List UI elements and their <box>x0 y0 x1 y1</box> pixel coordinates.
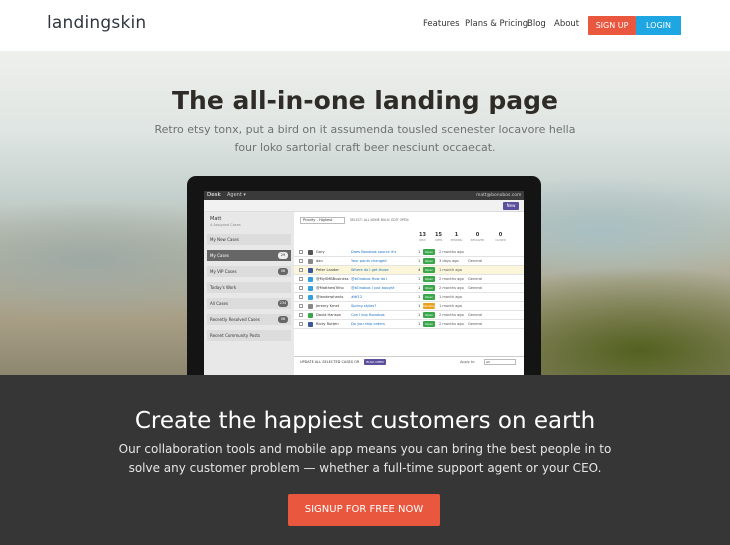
app-topbar: Desk Agent ▾ matt@bonobos.com <box>204 191 524 200</box>
bulk-open-button: BULK OPEN <box>364 359 386 365</box>
stat-label: OPEN <box>434 239 443 242</box>
hero-title: The all-in-one landing page <box>172 86 558 115</box>
stat-label: PENDING <box>450 239 463 242</box>
app-logo: Desk <box>207 192 221 198</box>
sidebar-user-name: Matt <box>210 216 222 222</box>
app-screenshot: Desk Agent ▾ matt@bonobos.com New Matt 4… <box>204 191 524 375</box>
cta-section: Create the happiest customers on earth O… <box>0 375 730 545</box>
stat-label: CLOSED <box>495 239 506 242</box>
sidebar-user-sub: 4 Assigned Cases <box>210 223 241 227</box>
stat-label: NEW <box>419 239 426 242</box>
table-row: David Hanson Can I buy Bonobos 1 Open 2 mo… <box>294 311 524 320</box>
signup-free-button[interactable]: SIGNUP FOR FREE NOW <box>288 494 440 526</box>
facebook-icon <box>308 321 313 327</box>
phone-icon <box>308 312 313 318</box>
twitter-icon <box>308 285 313 291</box>
app-case-list: Priority - Highest SELECT: ALL NONE BULK… <box>294 212 524 375</box>
email-icon <box>308 303 313 309</box>
sidebar-item: My New Cases <box>207 234 291 245</box>
table-row: Peter Lander Where do I get those 4 Open 1… <box>294 266 524 275</box>
nav-link-features[interactable]: Features <box>423 19 460 29</box>
sidebar-item: My VIP Cases 08 <box>207 266 291 277</box>
channel-icon <box>308 249 313 255</box>
filter-select: Priority - Highest <box>300 217 345 224</box>
table-row: Jeremy Kmet Spring styles? 1 Pending 1 mon… <box>294 302 524 311</box>
row-checkbox <box>299 304 303 308</box>
table-row: Gary Does Bonobos source it's 1 Open 2 mon… <box>294 248 524 257</box>
apply-to-label: Apply to <box>460 360 475 364</box>
cta-title: Create the happiest customers on earth <box>134 408 596 434</box>
brand-logo[interactable]: landingskin <box>47 13 146 33</box>
sidebar-item: Today's Work <box>207 282 291 293</box>
stat-label: RESOLVED <box>470 239 485 242</box>
stat-value: 0 <box>475 232 480 238</box>
hero-subtitle: Retro etsy tonx, put a bird on it assume… <box>154 123 576 154</box>
cta-subtitle: Our collaboration tools and mobile app m… <box>118 442 612 475</box>
nav-link-plans-pricing[interactable]: Plans & Pricing <box>465 19 528 29</box>
hero-section: The all-in-one landing page Retro etsy t… <box>0 51 730 375</box>
row-checkbox <box>299 286 303 290</box>
agent-dropdown: Agent ▾ <box>227 192 246 198</box>
laptop-mockup: Desk Agent ▾ matt@bonobos.com New Matt 4… <box>187 176 541 375</box>
table-row: @landerphants #df12 1 Open 1 month ago <box>294 293 524 302</box>
top-navbar: landingskin Features Plans & Pricing Blo… <box>0 0 730 51</box>
new-case-button: New <box>503 202 519 210</box>
twitter-icon <box>308 276 313 282</box>
row-checkbox <box>299 313 303 317</box>
table-row: Ricky Rutten Do you ship orders 1 Open 2 m… <box>294 320 524 329</box>
nav-link-about[interactable]: About <box>554 19 579 29</box>
sidebar-item: My Cases 29 <box>207 250 291 261</box>
channel-icon <box>308 258 313 264</box>
row-checkbox <box>299 259 303 263</box>
table-row: @MatthewTriho @bOnobos I just bought 1 Ope… <box>294 284 524 293</box>
twitter-icon <box>308 294 313 300</box>
filter-links: SELECT: ALL NONE BULK: EDIT OPEN <box>350 218 409 222</box>
nav-link-blog[interactable]: Blog <box>527 19 546 29</box>
row-checkbox <box>299 322 303 326</box>
sidebar-item: All Cases 234 <box>207 298 291 309</box>
sidebar-item: Recent Community Posts <box>207 330 291 341</box>
signup-button[interactable]: SIGN UP <box>588 16 636 35</box>
app-sidebar: Matt 4 Assigned Cases My New Cases My Ca… <box>204 212 294 375</box>
bulk-update-bar: UPDATE ALL SELECTED CASES OR BULK OPEN A… <box>294 356 524 366</box>
table-row: dan Your pants changed 1 Open 3 days ago Ge… <box>294 257 524 266</box>
row-checkbox <box>299 250 303 254</box>
facebook-icon <box>308 267 313 273</box>
app-user-email: matt@bonobos.com <box>476 193 522 198</box>
stat-value: 15 <box>435 232 442 238</box>
login-button[interactable]: LOGIN <box>636 16 681 35</box>
bulk-update-label: UPDATE ALL SELECTED CASES OR <box>300 360 360 364</box>
stat-value: 13 <box>419 232 426 238</box>
row-checkbox <box>299 295 303 299</box>
table-row: @MySMBBusiness @bOnobos How do I 1 Open 2 … <box>294 275 524 284</box>
stat-value: 0 <box>498 232 503 238</box>
stat-value: 1 <box>454 232 459 238</box>
row-checkbox <box>299 268 303 272</box>
app-toolbar <box>204 200 524 212</box>
sidebar-item: Recently Resolved Cases 08 <box>207 314 291 325</box>
apply-to-select: All <box>484 359 516 365</box>
row-checkbox <box>299 277 303 281</box>
